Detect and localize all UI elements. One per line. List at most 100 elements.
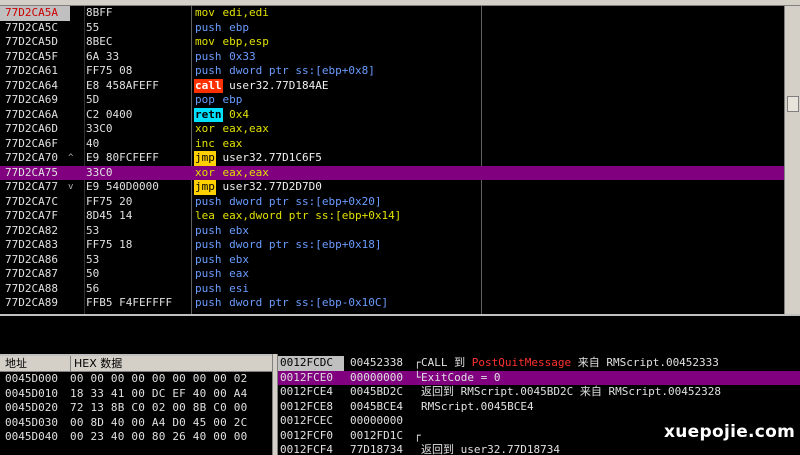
disasm-row[interactable]: 77D2CA87 50 push eax	[0, 267, 784, 282]
disasm-mnemonic: push	[195, 252, 222, 266]
stack-value: 0045BD2C	[350, 385, 403, 398]
stack-value: 00000000	[350, 414, 403, 427]
disasm-row[interactable]: 77D2CA77 v E9 540D0000 jmp user32.77D2D7D0	[0, 180, 784, 195]
dump-address: 0045D020	[5, 401, 58, 414]
watermark-text: xuepojie.com	[664, 422, 796, 442]
stack-comment-text: 返回到 user32.77D18734	[421, 443, 560, 455]
disasm-operand: user32.77D2D7D0	[222, 180, 322, 193]
stack-comment: ExitCode = 0	[421, 371, 500, 386]
stack-value: 0012FD1C	[350, 428, 403, 442]
stack-row[interactable]: 0012FCE0 00000000 └ ExitCode = 0	[278, 370, 800, 386]
stack-comment: RMScript.0045BCE4	[421, 400, 534, 415]
dump-address: 0045D030	[5, 415, 58, 429]
disasm-operand: user32.77D1C6F5	[222, 151, 322, 164]
stack-bracket: ┌	[414, 428, 421, 442]
dump-bytes: 00 00 00 00 00 00 00 00 02	[70, 372, 248, 385]
disasm-row[interactable]: 77D2CA89 FFB5 F4FEFFFF push dword ptr ss:[…	[0, 296, 784, 311]
disasm-operand: dword ptr ss:[ebp+0x20]	[229, 194, 382, 208]
disasm-operand: ebx	[229, 252, 249, 266]
jump-arrow-icon: v	[68, 182, 74, 192]
disasm-operand: eax,dword ptr ss:[ebp+0x14]	[222, 209, 402, 222]
disasm-hex-bytes: C2 0400	[86, 107, 133, 121]
disasm-instruction: push dword ptr ss:[ebp+0x20]	[194, 195, 479, 210]
disasm-row[interactable]: 77D2CA6F 40 inc eax	[0, 137, 784, 152]
stack-row[interactable]: 0012FCE4 0045BD2C 返回到 RMScript.0045BD2C 来自…	[278, 385, 800, 400]
disasm-operand: edi,edi	[222, 6, 269, 19]
disasm-row[interactable]: 77D2CA5C 55 push ebp	[0, 21, 784, 36]
disasm-row[interactable]: 77D2CA61 FF75 08 push dword ptr ss:[ebp+0x…	[0, 64, 784, 79]
dump-row[interactable]: 0045D010 18 33 41 00 DC EF 40 00 A4	[0, 387, 272, 402]
disasm-mnemonic: xor	[195, 122, 215, 135]
disasm-instruction: push dword ptr ss:[ebp+0x8]	[194, 64, 479, 79]
disasm-row[interactable]: 77D2CA82 53 push ebx	[0, 224, 784, 239]
disasm-row[interactable]: 77D2CA70 ^ E9 80FCFEFF jmp user32.77D1C6F5	[0, 151, 784, 166]
dump-address-header[interactable]: 地址	[5, 356, 27, 372]
disasm-row[interactable]: 77D2CA83 FF75 18 push dword ptr ss:[ebp+0x…	[0, 238, 784, 253]
disasm-row[interactable]: 77D2CA5D 8BEC mov ebp,esp	[0, 35, 784, 50]
disasm-row[interactable]: 77D2CA86 53 push ebx	[0, 253, 784, 268]
disasm-row[interactable]: 77D2CA69 5D pop ebp	[0, 93, 784, 108]
disasm-operand: ebp,esp	[222, 35, 269, 48]
disasm-mnemonic: mov	[195, 35, 215, 48]
disasm-row[interactable]: 77D2CA5F 6A 33 push 0x33	[0, 50, 784, 65]
disasm-row[interactable]: 77D2CA7C FF75 20 push dword ptr ss:[ebp+0x…	[0, 195, 784, 210]
disasm-row[interactable]: 77D2CA6A C2 0400 retn 0x4	[0, 107, 784, 122]
disassembly-pane[interactable]: 77D2CA5A 8BFF mov edi,edi 77D2CA5C 55 push eb…	[0, 6, 800, 314]
scrollbar-thumb[interactable]	[787, 96, 799, 112]
dump-row[interactable]: 0045D040 00 23 40 00 80 26 40 00 00	[0, 430, 272, 445]
disasm-hex-bytes: FF75 20	[86, 194, 133, 208]
stack-address: 0012FCEC	[280, 414, 333, 427]
dump-hex-header[interactable]: HEX 数据	[70, 356, 122, 372]
disasm-hex-bytes: FF75 08	[86, 64, 133, 77]
dump-row[interactable]: 0045D000 00 00 00 00 00 00 00 00 02	[0, 372, 272, 387]
stack-row[interactable]: 0012FCDC 00452338 ┌ CALL 到 PostQuitMessage …	[278, 356, 800, 371]
disasm-mnemonic: retn	[194, 107, 223, 122]
disasm-address: 77D2CA75	[5, 165, 58, 179]
disasm-hex-bytes: FFB5 F4FEFFFF	[86, 296, 173, 309]
disasm-address: 77D2CA87	[5, 267, 58, 280]
disasm-row[interactable]: 77D2CA64 E8 458AFEFF call user32.77D184AE	[0, 78, 784, 93]
disasm-address: 77D2CA82	[5, 223, 58, 237]
disasm-instruction: jmp user32.77D1C6F5	[194, 151, 479, 166]
disasm-hex-bytes: 33C0	[86, 122, 113, 135]
disasm-hex-bytes: 5D	[86, 93, 100, 106]
disasm-instruction: push ebp	[194, 21, 479, 36]
disasm-hex-bytes: 33C0	[86, 165, 113, 179]
dump-pane[interactable]: 地址 HEX 数据 0045D000 00 00 00 00 00 00 00 0…	[0, 354, 272, 455]
disasm-row[interactable]: 77D2CA6D 33C0 xor eax,eax	[0, 122, 784, 137]
dump-row[interactable]: 0045D030 00 8D 40 00 A4 D0 45 00 2C	[0, 416, 272, 431]
disasm-row[interactable]: 77D2CA88 56 push esi	[0, 282, 784, 297]
disasm-address: 77D2CA6F	[5, 136, 58, 150]
stack-comment: CALL 到 PostQuitMessage 来自 RMScript.00452…	[421, 356, 719, 371]
disasm-hex-bytes: 55	[86, 20, 100, 34]
disasm-address: 77D2CA5C	[5, 20, 58, 34]
disasm-row[interactable]: 77D2CA5A 8BFF mov edi,edi	[0, 6, 784, 21]
disasm-mnemonic: inc	[195, 136, 215, 150]
disasm-hex-bytes: 6A 33	[86, 49, 120, 63]
disassembly-scrollbar[interactable]	[784, 6, 800, 314]
disasm-operand: eax,eax	[222, 122, 269, 135]
disasm-row[interactable]: 77D2CA7F 8D45 14 lea eax,dword ptr ss:[ebp…	[0, 209, 784, 224]
stack-address: 0012FCE0	[280, 370, 333, 384]
disasm-operand: dword ptr ss:[ebp+0x18]	[229, 238, 382, 251]
disasm-hex-bytes: E9 540D0000	[86, 180, 159, 193]
stack-row[interactable]: 0012FCE8 0045BCE4 RMScript.0045BCE4	[278, 400, 800, 415]
disasm-row[interactable]: 77D2CA75 33C0 xor eax,eax	[0, 165, 784, 180]
stack-row[interactable]: 0012FCF4 77D18734 返回到 user32.77D18734	[278, 443, 800, 455]
dump-address: 0045D000	[5, 372, 58, 385]
disasm-operand: esi	[229, 281, 249, 295]
disasm-mnemonic: push	[195, 267, 222, 280]
dump-row[interactable]: 0045D020 72 13 8B C0 02 00 8B C0 00	[0, 401, 272, 416]
disasm-hex-bytes: 56	[86, 281, 100, 295]
disasm-mnemonic: xor	[195, 165, 215, 179]
disasm-hex-bytes: 8BEC	[86, 35, 113, 48]
stack-address: 0012FCF4	[280, 443, 333, 455]
stack-comment: 返回到 RMScript.0045BD2C 来自 RMScript.004523…	[421, 385, 721, 400]
disasm-instruction: xor eax,eax	[194, 122, 479, 137]
disasm-address: 77D2CA6D	[5, 122, 58, 135]
